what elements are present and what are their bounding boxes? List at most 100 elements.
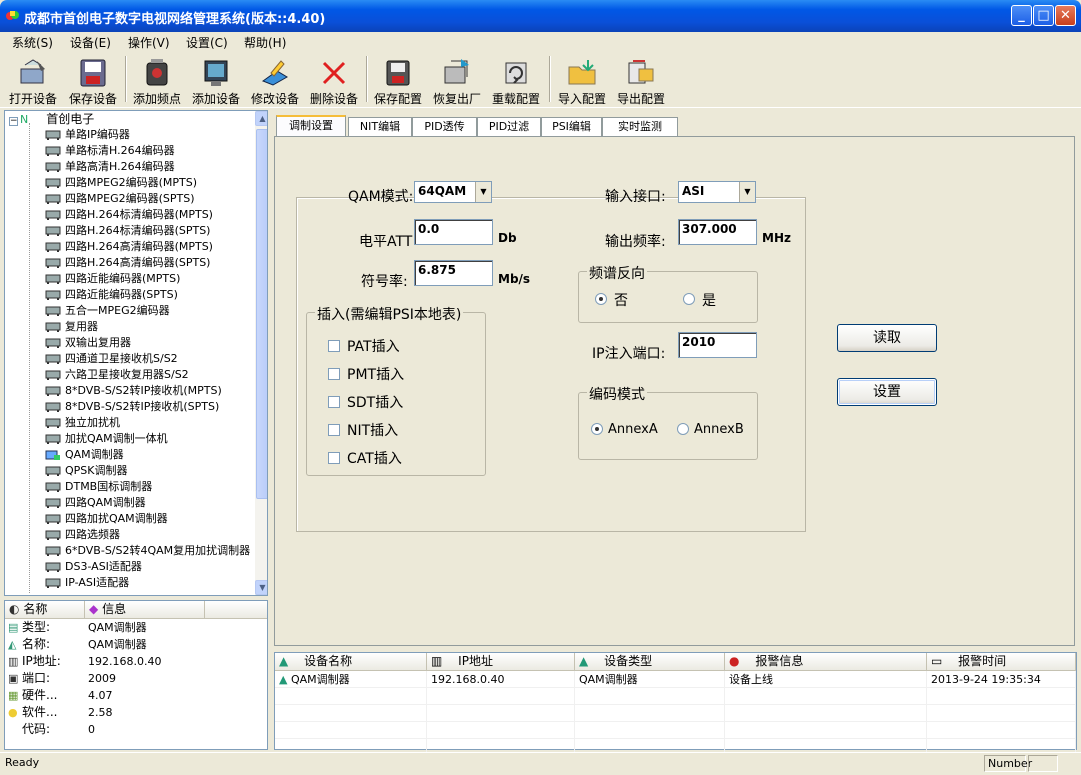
menu-help[interactable]: 帮助(H) [244,34,286,51]
annex-a-radio[interactable] [591,423,603,435]
chevron-down-icon[interactable]: ▼ [739,182,755,202]
table-cell [927,688,1076,705]
tree-item[interactable]: 四路H.264高清编码器(SPTS) [45,255,210,271]
insert-checkbox[interactable] [328,452,340,464]
tree-scrollbar[interactable]: ▲ ▼ [255,111,267,595]
open-device-button[interactable]: 打开设备 [4,53,62,107]
save-device-icon [80,59,106,87]
output-frequency-input[interactable]: 307.000 [678,219,757,245]
tab-realtime-monitor[interactable]: 实时监测 [602,117,678,136]
scroll-thumb[interactable] [256,129,267,499]
tree-item[interactable]: 四路近能编码器(MPTS) [45,271,180,287]
info-value: QAM调制器 [88,621,147,634]
table-row[interactable]: ▲ QAM调制器 192.168.0.40 QAM调制器 设备上线 2013-9-24 … [275,671,1076,688]
alarm-header-device-name[interactable]: ▲ 设备名称 [275,653,427,671]
alarm-header-alarm-info[interactable]: ● 报警信息 [725,653,927,671]
scroll-down-icon[interactable]: ▼ [255,580,267,595]
tree-item[interactable]: 复用器 [45,319,98,335]
add-device-button[interactable]: 添加设备 [187,53,245,107]
factory-reset-button[interactable]: 恢复出厂 [428,53,486,107]
tab-pid-passthrough[interactable]: PID透传 [412,117,477,136]
tree-root[interactable]: − N 首创电子 [9,111,94,127]
tree-item[interactable]: DS3-ASI适配器 [45,559,142,575]
annex-b-radio[interactable] [677,423,689,435]
tree-item[interactable]: 四路选频器 [45,527,120,543]
insert-checkbox[interactable] [328,340,340,352]
collapse-icon[interactable]: − [9,117,18,126]
tree-item-label: 单路高清H.264编码器 [65,160,175,173]
level-att-input[interactable]: 0.0 [414,219,493,245]
insert-checkbox[interactable] [328,396,340,408]
menu-device[interactable]: 设备(E) [70,34,111,51]
spectrum-yes-radio[interactable] [683,293,695,305]
modify-device-button[interactable]: 修改设备 [246,53,304,107]
tree-item[interactable]: QAM调制器 [45,447,124,463]
info-row: ▥ IP地址: 192.168.0.40 [5,653,267,670]
tree-item[interactable]: 四路MPEG2编码器(MPTS) [45,175,197,191]
tab-pid-filter[interactable]: PID过滤 [477,117,541,136]
export-config-button[interactable]: 导出配置 [612,53,670,107]
tree-item[interactable]: 六路卫星接收复用器S/S2 [45,367,189,383]
tree-item[interactable]: 四通道卫星接收机S/S2 [45,351,178,367]
tree-item[interactable]: 四路QAM调制器 [45,495,146,511]
qam-mode-select[interactable]: 64QAM ▼ [414,181,492,203]
tree-item[interactable]: 单路标清H.264编码器 [45,143,175,159]
tree-item[interactable]: 6*DVB-S/S2转4QAM复用加扰调制器 [45,543,250,559]
maximize-button[interactable]: □ [1033,5,1054,26]
tab-nit[interactable]: NIT编辑 [348,117,412,136]
tab-psi-edit[interactable]: PSI编辑 [541,117,602,136]
input-interface-select[interactable]: ASI ▼ [678,181,756,203]
menu-settings[interactable]: 设置(C) [186,34,228,51]
menu-system[interactable]: 系统(S) [12,34,53,51]
tree-item[interactable]: 加扰QAM调制一体机 [45,431,168,447]
tree-item[interactable]: 四路加扰QAM调制器 [45,511,168,527]
tab-modulation[interactable]: 调制设置 [276,115,346,137]
info-header-info[interactable]: ◆ 信息 [85,601,205,619]
tree-item[interactable]: 单路IP编码器 [45,127,130,143]
tree-item[interactable]: 四路H.264标清编码器(SPTS) [45,223,210,239]
insert-checkbox[interactable] [328,368,340,380]
tree-item[interactable]: 四路MPEG2编码器(SPTS) [45,191,195,207]
insert-checkbox[interactable] [328,424,340,436]
reload-config-button[interactable]: 重载配置 [487,53,545,107]
tree-item[interactable]: QPSK调制器 [45,463,128,479]
chevron-down-icon[interactable]: ▼ [475,182,491,202]
alarm-header-alarm-time[interactable]: ▭ 报警时间 [927,653,1076,671]
tree-item[interactable]: 四路H.264高清编码器(MPTS) [45,239,213,255]
info-label: 类型: [22,620,51,634]
tree-item-label: IP-ASI适配器 [65,576,130,589]
menu-operate[interactable]: 操作(V) [128,34,170,51]
tree-item[interactable]: 五合一MPEG2编码器 [45,303,170,319]
info-label: 硬件... [22,688,58,702]
alarm-header-ip[interactable]: ▥ IP地址 [427,653,575,671]
device-icon [45,306,61,316]
table-cell [927,722,1076,739]
tree-item[interactable]: DTMB国标调制器 [45,479,152,495]
save-device-button[interactable]: 保存设备 [64,53,122,107]
tree-item[interactable]: 四路近能编码器(SPTS) [45,287,178,303]
tree-item[interactable]: 8*DVB-S/S2转IP接收机(SPTS) [45,399,219,415]
add-frequency-button[interactable]: 添加频点 [128,53,186,107]
close-button[interactable]: ✕ [1055,5,1076,26]
spectrum-no-radio[interactable] [595,293,607,305]
minimize-button[interactable]: _ [1011,5,1032,26]
table-cell [275,688,427,705]
alarm-header-device-type[interactable]: ▲ 设备类型 [575,653,725,671]
delete-device-button[interactable]: 删除设备 [305,53,363,107]
info-header-name[interactable]: ◐ 名称 [5,601,85,619]
tree-item[interactable]: 8*DVB-S/S2转IP接收机(MPTS) [45,383,222,399]
spectrum-inversion-title: 频谱反向 [587,263,647,283]
info-row: ◭ 名称: QAM调制器 [5,636,267,653]
ip-port-input[interactable]: 2010 [678,332,757,358]
save-config-button[interactable]: 保存配置 [369,53,427,107]
tree-item[interactable]: 独立加扰机 [45,415,120,431]
import-config-button[interactable]: 导入配置 [553,53,611,107]
tree-item[interactable]: IP-ASI适配器 [45,575,129,591]
tree-item[interactable]: 双输出复用器 [45,335,131,351]
symbol-rate-input[interactable]: 6.875 [414,260,493,286]
read-button[interactable]: 读取 [837,324,937,352]
scroll-up-icon[interactable]: ▲ [255,111,267,126]
tree-item[interactable]: 单路高清H.264编码器 [45,159,175,175]
tree-item[interactable]: 四路H.264标清编码器(MPTS) [45,207,213,223]
set-button[interactable]: 设置 [837,378,937,406]
